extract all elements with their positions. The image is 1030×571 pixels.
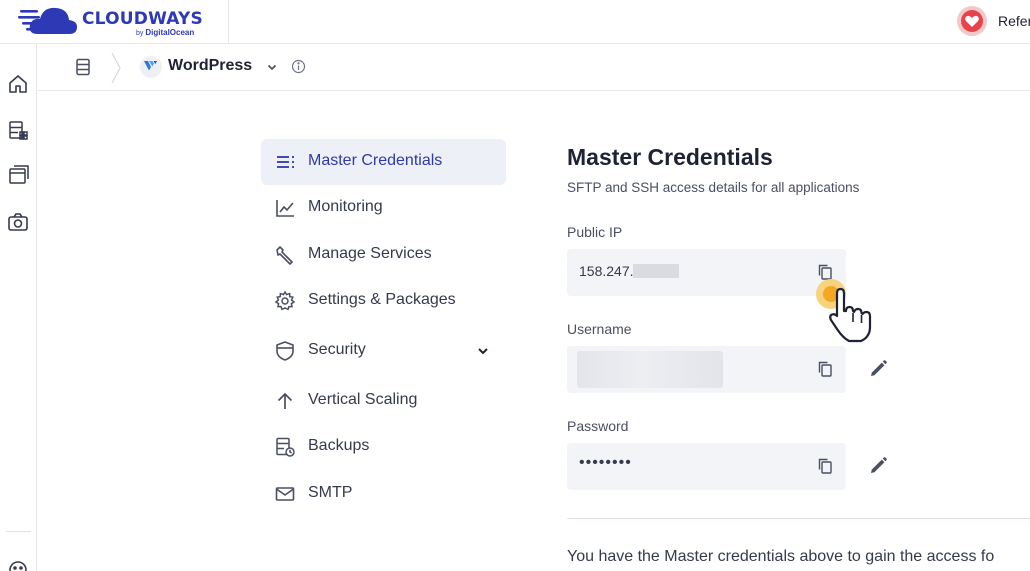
- redacted-username: [577, 351, 723, 388]
- chart-icon: [276, 200, 294, 217]
- support-icon: [9, 561, 27, 571]
- left-rail: [0, 44, 37, 571]
- mail-icon: [275, 487, 295, 501]
- copy-icon[interactable]: [816, 457, 834, 475]
- refer-badge: [957, 6, 987, 36]
- rail-home-button[interactable]: [5, 71, 31, 97]
- nav-item-security[interactable]: Security: [261, 328, 506, 374]
- addons-icon: [8, 213, 28, 231]
- shield-icon: [276, 341, 294, 361]
- home-icon: [9, 75, 27, 93]
- app-logo: [140, 56, 162, 78]
- brand-sub: by DigitalOcean: [136, 28, 195, 37]
- nav-label: Vertical Scaling: [308, 391, 418, 408]
- copy-icon[interactable]: [816, 360, 834, 378]
- password-value: ••••••••: [579, 454, 632, 471]
- breadcrumb-separator-icon: [111, 52, 121, 84]
- username-label: Username: [567, 321, 632, 337]
- rail-servers-button[interactable]: [5, 117, 31, 143]
- servers-icon: [9, 121, 28, 140]
- nav-label: Settings & Packages: [308, 291, 456, 308]
- top-header: CLOUDWAYS by DigitalOcean Refer: [0, 0, 1030, 44]
- nav-label: Manage Services: [308, 245, 432, 262]
- sub-header: WordPress: [37, 44, 1030, 91]
- cloudways-logo-icon: [18, 7, 77, 34]
- rail-divider: [6, 531, 31, 532]
- arrow-up-icon: [277, 392, 293, 409]
- public-ip-field[interactable]: 158.247.: [567, 249, 846, 296]
- nav-item-master-credentials[interactable]: Master Credentials: [261, 139, 506, 185]
- rail-addons-button[interactable]: [5, 209, 31, 235]
- list-icon: [277, 156, 294, 168]
- app-name[interactable]: WordPress: [168, 57, 252, 75]
- password-field[interactable]: ••••••••: [567, 443, 846, 490]
- nav-item-backups[interactable]: Backups: [261, 424, 506, 470]
- nav-label: Monitoring: [308, 198, 383, 215]
- nav-item-monitoring[interactable]: Monitoring: [261, 185, 506, 231]
- nav-label: Security: [308, 341, 366, 358]
- nav-label: Backups: [308, 437, 370, 454]
- gear-icon: [274, 290, 296, 311]
- nav-label: Master Credentials: [308, 152, 443, 169]
- edit-password-icon[interactable]: [867, 455, 889, 477]
- refer-label: Refer: [998, 13, 1030, 29]
- applications-icon: [9, 165, 29, 184]
- hand-pointer-icon: [829, 287, 872, 343]
- info-icon[interactable]: [291, 59, 306, 74]
- password-label: Password: [567, 418, 629, 434]
- heart-icon: [965, 15, 979, 27]
- edit-username-icon[interactable]: [867, 358, 889, 380]
- brand-logo[interactable]: CLOUDWAYS by DigitalOcean: [0, 0, 229, 44]
- redacted-ip-part: [633, 264, 679, 278]
- chevron-down-icon[interactable]: [475, 343, 491, 359]
- nav-item-smtp[interactable]: SMTP: [261, 471, 506, 517]
- wrench-icon: [276, 246, 293, 265]
- backup-icon: [276, 437, 295, 457]
- nav-item-settings-packages[interactable]: Settings & Packages: [261, 278, 506, 324]
- username-field[interactable]: [567, 346, 846, 393]
- nav-item-manage-services[interactable]: Manage Services: [261, 232, 506, 278]
- rail-applications-button[interactable]: [5, 162, 31, 188]
- page-title: Master Credentials: [567, 144, 773, 170]
- brand-name: CLOUDWAYS: [82, 9, 203, 29]
- rail-support-button[interactable]: [5, 554, 31, 571]
- vultr-logo-icon: [144, 61, 157, 71]
- footer-text: You have the Master credentials above to…: [567, 548, 995, 565]
- server-list-icon[interactable]: [75, 58, 91, 76]
- nav-label: SMTP: [308, 484, 353, 501]
- page-description: SFTP and SSH access details for all appl…: [567, 180, 860, 195]
- nav-item-vertical-scaling[interactable]: Vertical Scaling: [261, 378, 506, 424]
- public-ip-value: 158.247.: [579, 263, 634, 279]
- section-divider: [567, 518, 1030, 519]
- chevron-down-icon[interactable]: [266, 61, 278, 73]
- public-ip-label: Public IP: [567, 224, 623, 240]
